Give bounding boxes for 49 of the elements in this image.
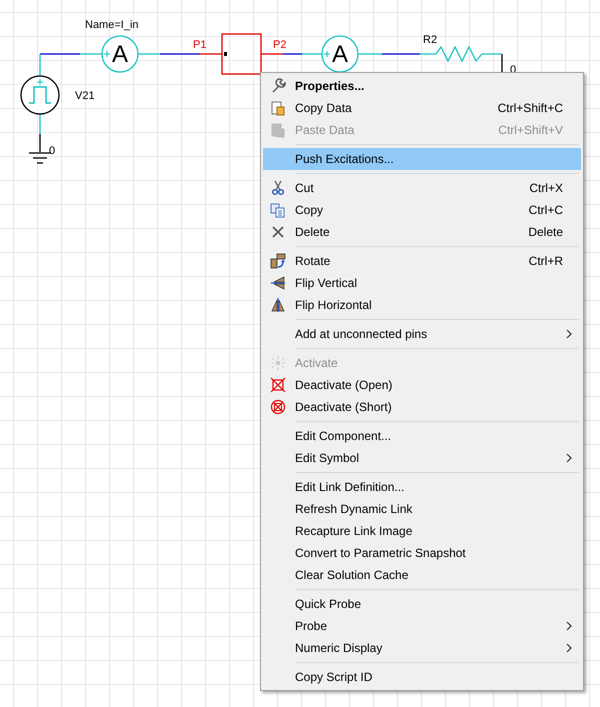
menu-item[interactable]: Copy Ctrl+C [263,199,581,221]
rotate-icon [270,253,286,269]
menu-item[interactable]: Recapture Link Image [263,520,581,542]
clipboard-icon [270,122,286,138]
menu-item[interactable]: Refresh Dynamic Link [263,498,581,520]
wire [501,54,503,72]
menu-item[interactable]: Edit Component... [263,425,581,447]
menu-item[interactable]: Deactivate (Open) [263,374,581,396]
crossed-circle-icon [270,399,286,415]
menu-item[interactable]: Delete Delete [263,221,581,243]
menu-item[interactable]: Copy Script ID [263,666,581,688]
scissors-icon [270,180,286,196]
pulse-source-drawing [20,75,60,115]
menu-item[interactable]: Edit Symbol [263,447,581,469]
menu-item[interactable]: Probe [263,615,581,637]
wire [39,114,41,134]
component-name: Name=I_in [85,19,139,31]
port-component [221,33,262,75]
menu-item[interactable]: Quick Probe [263,593,581,615]
flip-horizontal-icon [270,297,286,313]
source-label: V21 [75,90,95,102]
ammeter-drawing [101,35,139,73]
delete-icon [270,224,286,240]
activate-icon [270,355,286,371]
menu-item[interactable]: Properties... [263,75,581,97]
ammeter-label: A [112,41,128,68]
menu-item[interactable]: Deactivate (Short) [263,396,581,418]
copy-icon [270,202,286,218]
ammeter-label: A [332,41,348,68]
menu-item[interactable]: Clear Solution Cache [263,564,581,586]
pin-marker [224,52,227,56]
menu-item[interactable]: Convert to Parametric Snapshot [263,542,581,564]
menu-item[interactable]: Rotate Ctrl+R [263,250,581,272]
menu-item[interactable]: Edit Link Definition... [263,476,581,498]
menu-item[interactable]: Flip Horizontal [263,294,581,316]
menu-item[interactable]: Copy Data Ctrl+Shift+C [263,97,581,119]
menu-item[interactable]: Flip Vertical [263,272,581,294]
ammeter-drawing [321,35,359,73]
clipboard-icon [270,100,286,116]
resistor-label: R2 [423,34,438,46]
port-label: P2 [273,39,286,51]
menu-item[interactable]: Numeric Display [263,637,581,659]
menu-item[interactable]: Push Excitations... [263,148,581,170]
menu-item[interactable]: Add at unconnected pins [263,323,581,345]
port-label: P1 [193,39,206,51]
menu-item[interactable]: Cut Ctrl+X [263,177,581,199]
wrench-icon [270,78,286,94]
crossed-box-icon [270,377,286,393]
flip-vertical-icon [270,275,286,291]
